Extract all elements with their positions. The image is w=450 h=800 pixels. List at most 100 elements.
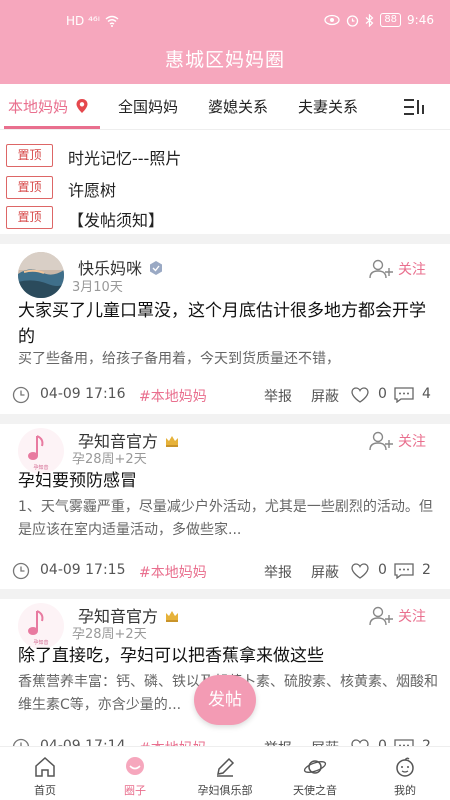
nav-pregnancy-club[interactable]: 孕妇俱乐部: [180, 747, 270, 800]
level-badge-icon: [150, 261, 163, 275]
pinned-title: 许愿树: [68, 181, 117, 200]
header-bar: HD ⁴⁶ᴵ 88 9:46 惠城区妈妈圈: [0, 0, 450, 84]
author-age: 3月10天: [72, 280, 123, 295]
nav-home[interactable]: 首页: [0, 747, 90, 800]
block-button[interactable]: 屏蔽: [311, 386, 339, 406]
post-excerpt: 买了些备用，给孩子备用着，今天到货质量还不错，: [18, 351, 340, 367]
nav-label: 天使之音: [293, 784, 337, 797]
category-tabs: 本地妈妈 全国妈妈 婆媳关系 夫妻关系: [0, 84, 450, 130]
tab-local-moms[interactable]: 本地妈妈: [8, 96, 89, 117]
post-title[interactable]: 孕妇要预防感冒: [18, 468, 438, 494]
signal-text: HD ⁴⁶ᴵ: [66, 14, 100, 28]
post-time: 04-09 17:16: [40, 386, 126, 402]
new-post-button[interactable]: 发帖: [194, 675, 256, 725]
tab-in-law-relations[interactable]: 婆媳关系: [208, 96, 268, 117]
section-divider: [0, 234, 450, 244]
nav-label: 我的: [394, 784, 416, 797]
heart-icon[interactable]: [351, 387, 369, 403]
block-button[interactable]: 屏蔽: [311, 738, 339, 746]
tab-couple-relations[interactable]: 夫妻关系: [298, 96, 358, 117]
author-age: 孕28周+2天: [72, 627, 147, 642]
post-time: 04-09 17:14: [40, 738, 126, 746]
post-card[interactable]: 快乐妈咪 3月10天 关注 大家买了儿童口罩没，这个月底估计很多地方都会开学的 …: [0, 244, 450, 414]
block-button[interactable]: 屏蔽: [311, 562, 339, 582]
clock-icon: [12, 562, 30, 580]
comment-count: 2: [422, 738, 431, 746]
follow-label: 关注: [398, 434, 426, 450]
add-user-icon: [369, 259, 393, 279]
post-time: 04-09 17:15: [40, 562, 126, 578]
like-count: 0: [378, 386, 387, 402]
follow-button[interactable]: 关注: [368, 258, 426, 280]
baby-face-icon: [396, 757, 414, 777]
nav-label: 首页: [34, 784, 56, 797]
post-card[interactable]: 孕知音 孕知音官方 孕28周+2天 关注 孕妇要预防感冒 1、天气雾霾严重，尽量…: [0, 424, 450, 589]
landscape-avatar-icon: [18, 252, 64, 298]
pinned-badge: 置顶: [6, 176, 53, 199]
heart-icon[interactable]: [351, 739, 369, 746]
post-meta-row: 04-09 17:14 #本地妈妈 举报 屏蔽 0 2: [0, 736, 450, 746]
status-right: 88 9:46: [324, 13, 434, 27]
active-tab-indicator: [4, 126, 100, 129]
report-button[interactable]: 举报: [264, 562, 292, 582]
add-user-icon: [369, 431, 393, 451]
pinned-badge: 置顶: [6, 206, 53, 229]
follow-button[interactable]: 关注: [368, 605, 426, 627]
clock-time: 9:46: [407, 13, 434, 27]
crown-badge-icon: [166, 611, 179, 622]
location-pin-icon: [76, 99, 88, 113]
nav-label: 圈子: [124, 784, 146, 797]
section-divider: [0, 589, 450, 599]
like-count: 0: [378, 562, 387, 578]
status-bar: HD ⁴⁶ᴵ 88 9:46: [0, 0, 450, 40]
post-tag[interactable]: #本地妈妈: [139, 562, 207, 582]
planet-icon: [303, 760, 327, 774]
pinned-badge: 置顶: [6, 144, 53, 167]
clock-icon: [12, 386, 30, 404]
follow-label: 关注: [398, 262, 426, 278]
pinned-post[interactable]: 置顶 许愿树: [0, 172, 450, 202]
comment-icon[interactable]: [394, 563, 414, 579]
more-categories-icon[interactable]: [402, 97, 426, 117]
comment-icon[interactable]: [394, 387, 414, 403]
follow-button[interactable]: 关注: [368, 430, 426, 452]
battery-level: 88: [380, 13, 402, 27]
bottom-nav: 首页 圈子 孕妇俱乐部 天使之音 我的: [0, 746, 450, 800]
post-tag[interactable]: #本地妈妈: [139, 386, 207, 406]
add-user-icon: [369, 606, 393, 626]
post-excerpt: 1、天气雾霾严重，尽量减少户外活动，尤其是一些剧烈的活动。但是应该在室内适量活动…: [18, 499, 433, 538]
pencil-icon: [217, 757, 235, 777]
report-button[interactable]: 举报: [264, 386, 292, 406]
signal-indicators: HD ⁴⁶ᴵ: [66, 14, 119, 28]
comment-icon[interactable]: [394, 739, 414, 746]
section-divider: [0, 414, 450, 424]
nav-angel-voice[interactable]: 天使之音: [270, 747, 360, 800]
comment-count: 2: [422, 562, 431, 578]
nav-profile[interactable]: 我的: [360, 747, 450, 800]
eye-icon: [324, 14, 340, 26]
pinned-title: 【发帖须知】: [68, 211, 165, 230]
comment-count: 4: [422, 386, 431, 402]
app-screen: HD ⁴⁶ᴵ 88 9:46 惠城区妈妈圈 本地妈妈 全国妈妈 婆媳关系 夫妻关…: [0, 0, 450, 800]
post-title[interactable]: 除了直接吃，孕妇可以把香蕉拿来做这些: [18, 643, 438, 669]
alarm-icon: [347, 14, 359, 27]
follow-label: 关注: [398, 609, 426, 625]
nav-label: 孕妇俱乐部: [197, 784, 253, 797]
wifi-icon: [105, 15, 119, 27]
like-count: 0: [378, 738, 387, 746]
post-meta-row: 04-09 17:16 #本地妈妈 举报 屏蔽 0 4: [0, 384, 450, 408]
post-title[interactable]: 大家买了儿童口罩没，这个月底估计很多地方都会开学的: [18, 298, 438, 350]
report-button[interactable]: 举报: [264, 738, 292, 746]
post-tag[interactable]: #本地妈妈: [139, 738, 207, 746]
page-title: 惠城区妈妈圈: [164, 49, 285, 71]
pinned-post[interactable]: 置顶 时光记忆---照片: [0, 140, 450, 170]
tab-national-moms[interactable]: 全国妈妈: [118, 96, 178, 117]
clock-icon: [12, 738, 30, 746]
pinned-title: 时光记忆---照片: [68, 149, 182, 168]
crown-badge-icon: [166, 436, 179, 447]
tab-label: 本地妈妈: [8, 98, 69, 116]
pinned-post[interactable]: 置顶 【发帖须知】: [0, 202, 450, 232]
avatar[interactable]: [18, 252, 64, 298]
nav-circle[interactable]: 圈子: [90, 747, 180, 800]
heart-icon[interactable]: [351, 563, 369, 579]
